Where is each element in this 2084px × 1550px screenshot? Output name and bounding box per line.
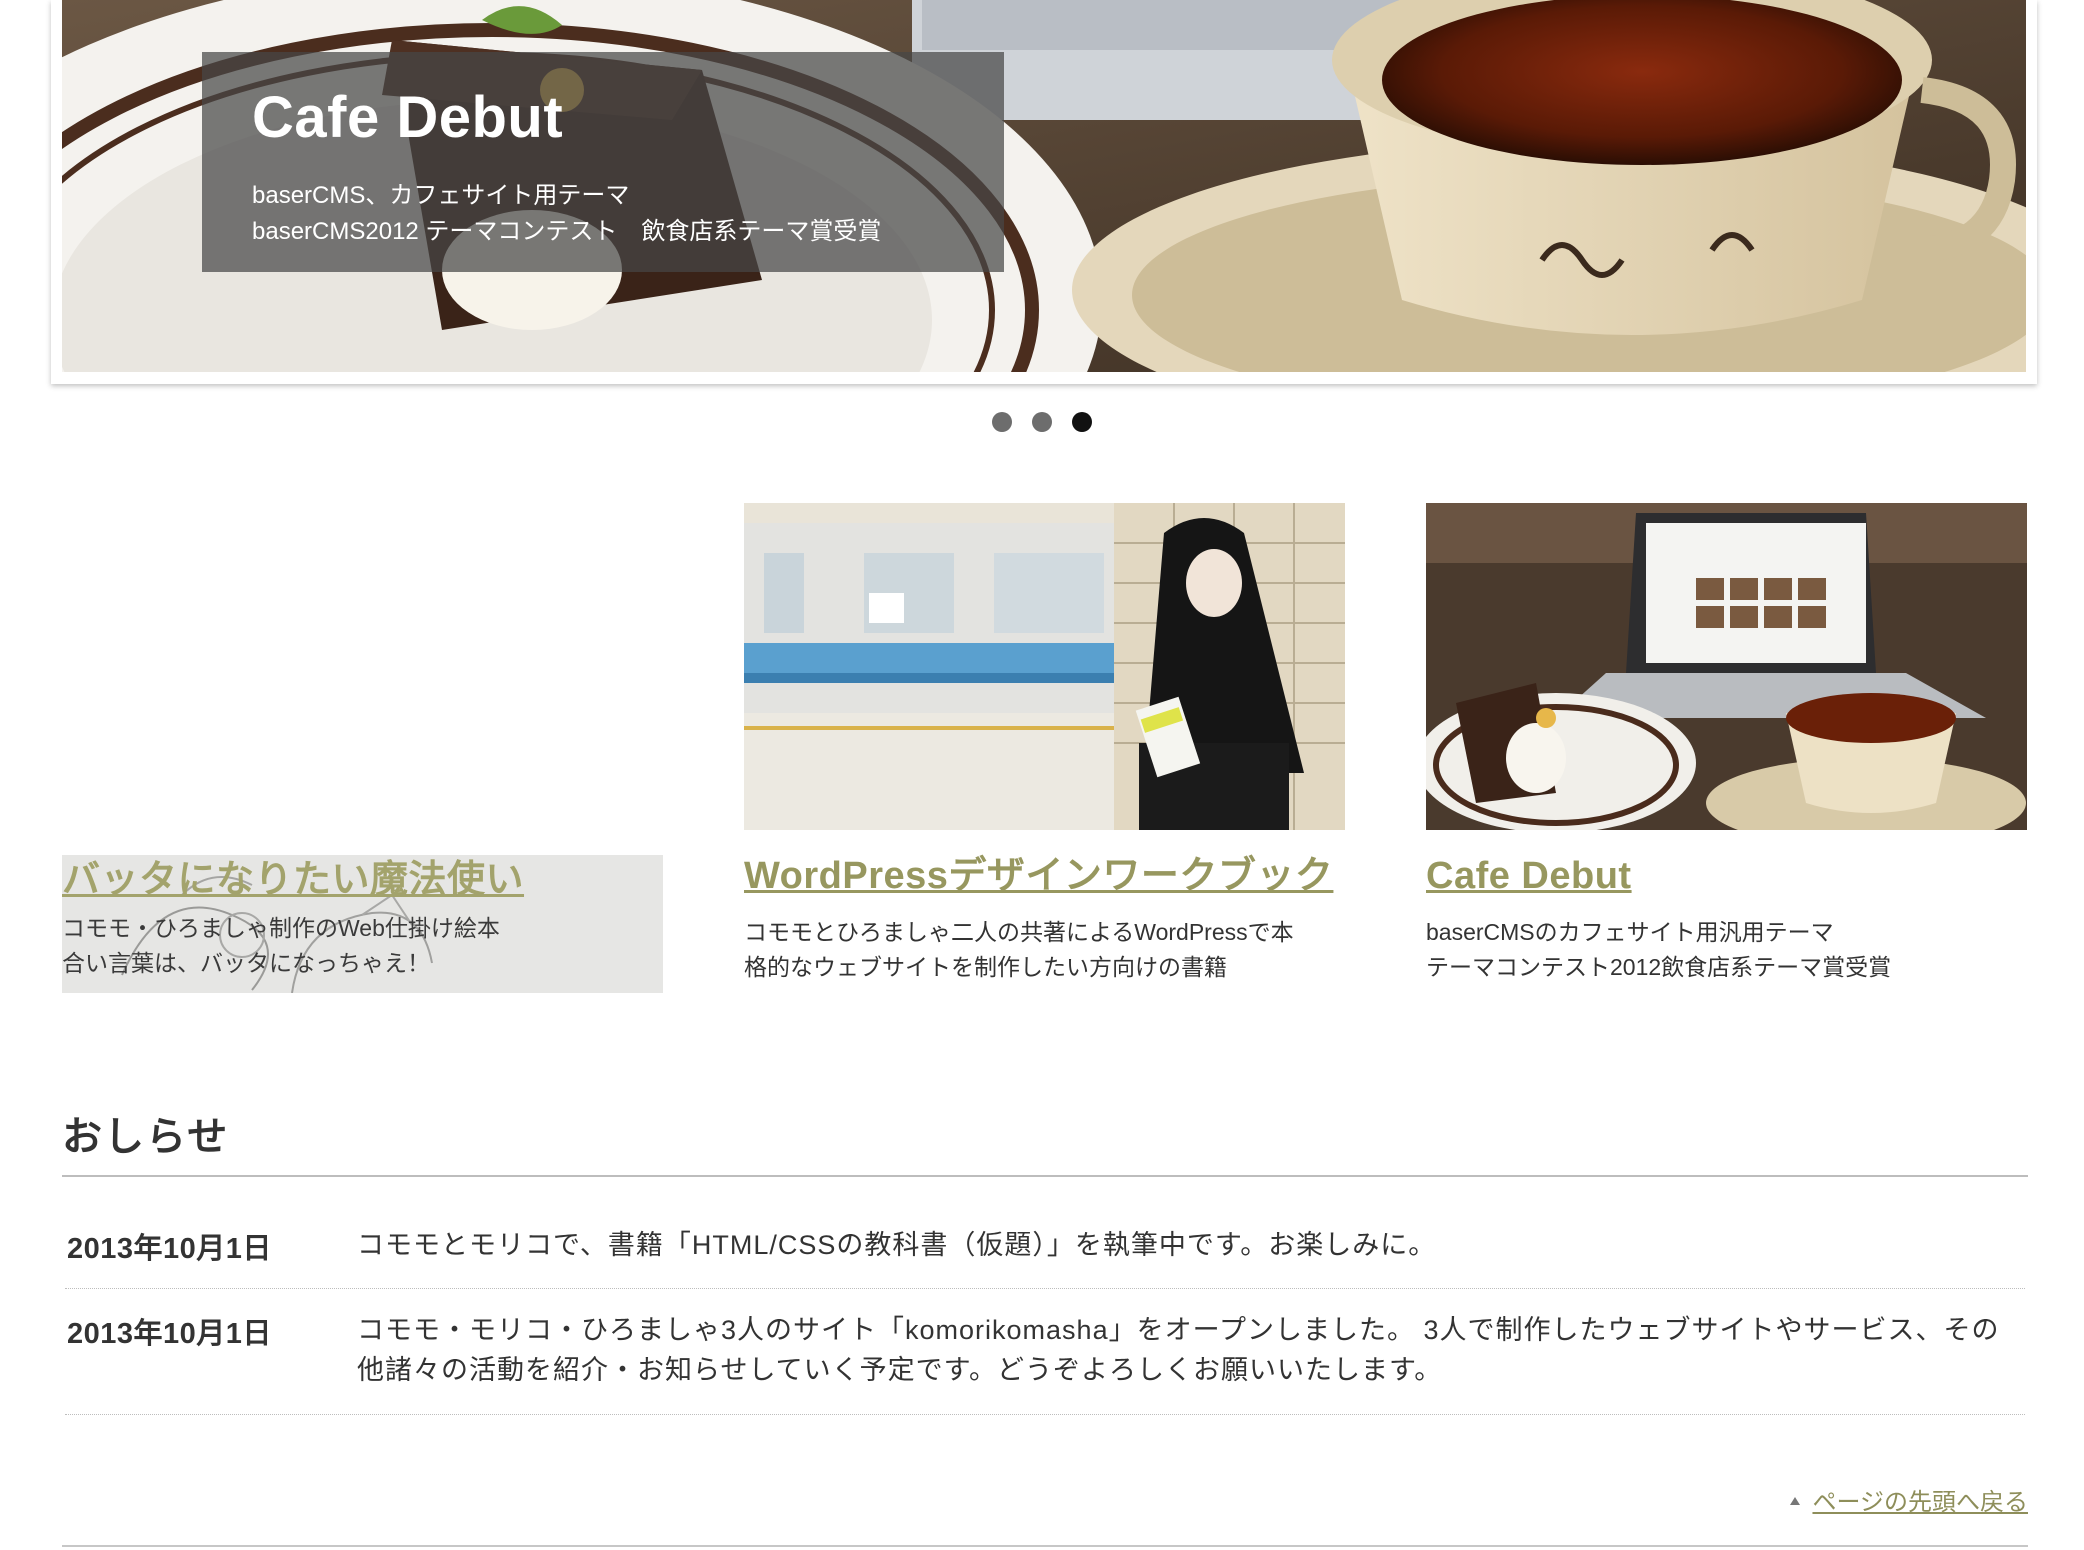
card-title-link[interactable]: バッタになりたい魔法使い: [62, 859, 663, 903]
cafe-laptop-photo: [1426, 503, 2027, 830]
card-title-link[interactable]: WordPressデザインワークブック: [744, 855, 1345, 899]
news-item: 2013年10月1日 コモモ・モリコ・ひろましゃ3人のサイト「komorikom…: [65, 1310, 2025, 1415]
hero-slider: Cafe Debut baserCMS、カフェサイト用テーマ baserCMS2…: [51, 0, 2037, 384]
slider-dot-3[interactable]: [1072, 412, 1092, 432]
card-desc-line: 格的なウェブサイトを制作したい方向けの書籍: [744, 953, 1227, 980]
card-desc-line: テーマコンテスト2012飲食店系テーマ賞受賞: [1426, 953, 1892, 980]
card-desc-line: baserCMSのカフェサイト用汎用テーマ: [1426, 918, 1834, 945]
card-desc-line: コモモとひろましゃ二人の共著によるWordPressで本: [744, 918, 1294, 945]
back-to-top-label: ページの先頭へ戻る: [1812, 1489, 2028, 1516]
card-desc-line: 合い言葉は、バッタになっちゃえ！: [62, 949, 430, 976]
divider: [62, 1545, 2028, 1547]
card-text-box: バッタになりたい魔法使い コモモ・ひろましゃ制作のWeb仕掛け絵本 合い言葉は、…: [62, 855, 663, 993]
news-text: コモモ・モリコ・ひろましゃ3人のサイト「komorikomasha」をオープンし…: [357, 1315, 2000, 1385]
card-image[interactable]: [1426, 503, 2027, 830]
hero-caption-line: baserCMS、カフェサイト用テーマ: [252, 181, 630, 209]
feature-card-cafe-debut: Cafe Debut baserCMSのカフェサイト用汎用テーマ テーマコンテス…: [1426, 503, 2027, 985]
card-image[interactable]: [744, 503, 1345, 830]
back-to-top-link[interactable]: ページの先頭へ戻る: [1790, 1482, 2028, 1517]
caret-up-icon: [1790, 1496, 1801, 1505]
slider-dot-1[interactable]: [992, 412, 1012, 432]
slider-pagination: [0, 412, 2084, 432]
hero-caption-line: baserCMS2012 テーマコンテスト 飲食店系テーマ賞受賞: [252, 217, 882, 245]
feature-card-wordpress: WordPressデザインワークブック コモモとひろましゃ二人の共著によるWor…: [744, 503, 1345, 985]
card-description: baserCMSのカフェサイト用汎用テーマ テーマコンテスト2012飲食店系テー…: [1426, 915, 2027, 985]
news-text: コモモとモリコで、書籍「HTML/CSSの教科書（仮題）」を執筆中です。お楽しみ…: [357, 1230, 1437, 1260]
news-date: 2013年10月1日: [67, 1318, 272, 1350]
card-desc-line: コモモ・ひろましゃ制作のWeb仕掛け絵本: [62, 914, 500, 941]
news-item: 2013年10月1日 コモモとモリコで、書籍「HTML/CSSの教科書（仮題）」…: [65, 1225, 2025, 1289]
card-description: コモモとひろましゃ二人の共著によるWordPressで本 格的なウェブサイトを制…: [744, 915, 1345, 985]
news-date: 2013年10月1日: [67, 1233, 272, 1265]
hero-caption-title: Cafe Debut: [252, 85, 564, 150]
hero-caption: Cafe Debut baserCMS、カフェサイト用テーマ baserCMS2…: [202, 52, 1004, 272]
news-heading: おしらせ: [62, 1115, 230, 1159]
card-description: コモモ・ひろましゃ制作のWeb仕掛け絵本 合い言葉は、バッタになっちゃえ！: [62, 911, 663, 981]
subway-photo: [744, 503, 1345, 830]
slider-dot-2[interactable]: [1032, 412, 1052, 432]
divider: [62, 1175, 2028, 1177]
card-title-link[interactable]: Cafe Debut: [1426, 855, 2027, 899]
